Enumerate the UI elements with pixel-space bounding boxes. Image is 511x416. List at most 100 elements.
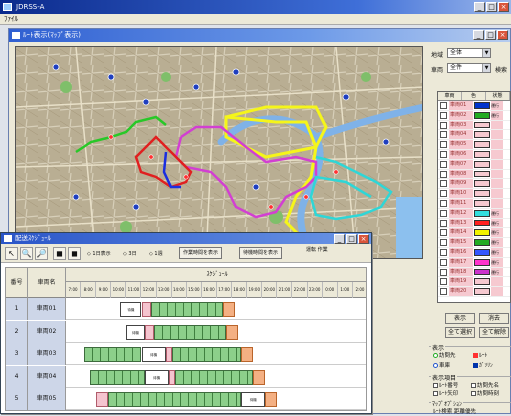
vehicle-checkbox[interactable] [440, 268, 447, 276]
vehicle-list-item[interactable]: 車両03 [438, 120, 510, 131]
vehicle-list-item[interactable]: 車両15 運行 [438, 238, 510, 248]
schedule-segment-white[interactable]: 待機 [241, 392, 266, 407]
vehicle-list-item[interactable]: 車両05 [438, 140, 510, 150]
vehicle-color-swatch[interactable] [474, 229, 490, 237]
schedule-table[interactable]: 番号 車両名 ｽｹｼﾞｭｰﾙ 7:00 8:00 9:00 10:00 11:00 12:… [5, 267, 367, 411]
vehicle-list-item[interactable]: 車両02 運行 [438, 110, 510, 121]
schedule-maximize-button[interactable]: □ [346, 234, 357, 244]
vehicle-checkbox[interactable] [440, 258, 447, 266]
child-maximize-button[interactable]: □ [485, 30, 496, 40]
vehicle-list-item[interactable]: 車両13 運行 [438, 218, 510, 229]
vehicle-checkbox[interactable] [440, 278, 447, 286]
close-button[interactable]: × [498, 2, 509, 12]
vehicle-checkbox[interactable] [440, 170, 447, 178]
vehicle-color-swatch[interactable] [474, 111, 490, 119]
schedule-row[interactable]: 4 車両04 待機 [6, 365, 366, 388]
vehicle-checkbox[interactable] [440, 121, 447, 129]
vehicle-list-item[interactable]: 車両07 [438, 159, 510, 170]
vehicle-checkbox[interactable] [440, 141, 447, 149]
schedule-segment-white[interactable]: 待機 [126, 324, 145, 340]
show-work-time-button[interactable]: 作業時間を表示 [179, 247, 223, 259]
display-option[interactable]: ﾙｰﾄ番号 [433, 381, 458, 389]
legend-item[interactable]: ﾙｰﾄ [473, 351, 487, 359]
vehicle-color-swatch[interactable] [474, 131, 490, 139]
vehicle-checkbox[interactable] [440, 180, 447, 188]
vehicle-color-swatch[interactable] [474, 199, 490, 207]
vehicle-list-item[interactable]: 車両14 運行 [438, 228, 510, 239]
menu-file[interactable]: ﾌｧｲﾙ [4, 15, 18, 23]
schedule-segment-orange[interactable] [226, 324, 239, 340]
schedule-segment-orange[interactable] [241, 347, 254, 362]
legend-item[interactable]: ｶﾞｿﾘﾝ [473, 361, 493, 369]
schedule-segment-pink[interactable] [144, 324, 154, 340]
vehicle-checkbox[interactable] [440, 219, 447, 227]
clear-button[interactable]: 消去 [479, 313, 509, 324]
route-map[interactable] [15, 46, 423, 259]
vehicle-list-item[interactable]: 車両18 運行 [438, 267, 510, 278]
vehicle-color-swatch[interactable] [474, 102, 490, 109]
vehicle-color-swatch[interactable] [474, 180, 490, 188]
vehicle-color-swatch[interactable] [474, 209, 490, 217]
schedule-row[interactable]: 3 車両03 待機 [6, 343, 366, 365]
minimize-button[interactable]: _ [474, 2, 485, 12]
vehicle-color-swatch[interactable] [474, 258, 490, 266]
vehicle-checkbox[interactable] [440, 160, 447, 168]
map-canvas[interactable] [16, 47, 423, 259]
vehicle-checkbox[interactable] [440, 102, 447, 109]
vehicle-color-swatch[interactable] [474, 121, 490, 129]
vehicle-list-item[interactable]: 車両08 [438, 169, 510, 180]
schedule-minimize-button[interactable]: _ [334, 234, 345, 244]
vehicle-checkbox[interactable] [440, 229, 447, 237]
vehicle-checkbox[interactable] [440, 248, 447, 256]
vehicle-list-item[interactable]: 車両17 運行 [438, 257, 510, 268]
vehicle-color-swatch[interactable] [474, 248, 490, 256]
select-all-button[interactable]: 全て選択 [445, 327, 475, 338]
show-button[interactable]: 表示 [445, 313, 475, 324]
schedule-segment-white[interactable]: 待機 [120, 302, 142, 317]
legend-item[interactable]: 訪問先 [433, 351, 456, 359]
child-close-button[interactable]: × [497, 30, 508, 40]
vehicle-list-item[interactable]: 車両19 [438, 277, 510, 288]
schedule-segment-white[interactable]: 待機 [144, 369, 169, 385]
schedule-close-button[interactable]: × [358, 234, 369, 244]
display-option[interactable]: 訪問時刻 [471, 389, 499, 397]
pointer-icon[interactable]: ↖ [5, 247, 18, 260]
schedule-segment-green[interactable] [84, 347, 142, 362]
schedule-segment-orange[interactable] [223, 302, 236, 317]
vehicle-checkbox[interactable] [440, 239, 447, 247]
vehicle-list-item[interactable]: 車両16 運行 [438, 247, 510, 258]
vehicle-list-item[interactable]: 車両12 運行 [438, 208, 510, 219]
schedule-segment-pink[interactable] [96, 392, 109, 407]
vehicle-checkbox[interactable] [440, 199, 447, 207]
vehicle-checkbox[interactable] [440, 209, 447, 217]
vehicle-list-item[interactable]: 車両06 [438, 149, 510, 160]
vehicle-filter-select[interactable]: 全件 ▼ [447, 63, 491, 73]
view-week-option[interactable]: ◇ 1週 [149, 250, 163, 257]
zoom-out-icon[interactable]: 🔎 [35, 247, 48, 260]
zoom-in-icon[interactable]: 🔍 [20, 247, 33, 260]
schedule-segment-green[interactable] [174, 369, 254, 385]
schedule-segment-orange[interactable] [265, 392, 278, 407]
vehicle-list-item[interactable]: 車両20 [438, 287, 510, 297]
vehicle-color-swatch[interactable] [474, 170, 490, 178]
schedule-row[interactable]: 5 車両05 待機 [6, 388, 366, 410]
vehicle-list-item[interactable]: 車両11 [438, 198, 510, 209]
schedule-segment-white[interactable]: 待機 [141, 347, 166, 362]
deselect-all-button[interactable]: 全て解除 [479, 327, 509, 338]
schedule-row[interactable]: 2 車両02 待機 [6, 320, 366, 343]
schedule-segment-green[interactable] [171, 347, 242, 362]
schedule-segment-green[interactable] [90, 369, 145, 385]
vehicle-color-swatch[interactable] [474, 190, 490, 197]
vehicle-color-swatch[interactable] [474, 288, 490, 295]
schedule-segment-green[interactable] [153, 324, 227, 340]
legend-item[interactable]: 車庫 [433, 361, 450, 369]
vehicle-checkbox[interactable] [440, 131, 447, 139]
vehicle-checkbox[interactable] [440, 111, 447, 119]
area-select[interactable]: 全体 ▼ [447, 48, 491, 58]
schedule-segment-green[interactable] [108, 392, 242, 407]
vehicle-checkbox[interactable] [440, 288, 447, 296]
vehicle-color-swatch[interactable] [474, 278, 490, 286]
view-day-option[interactable]: ◇ 1日表示 [87, 250, 111, 257]
display-option[interactable]: ﾙｰﾄ矢印 [433, 389, 458, 397]
schedule-segment-pink[interactable] [141, 302, 151, 317]
